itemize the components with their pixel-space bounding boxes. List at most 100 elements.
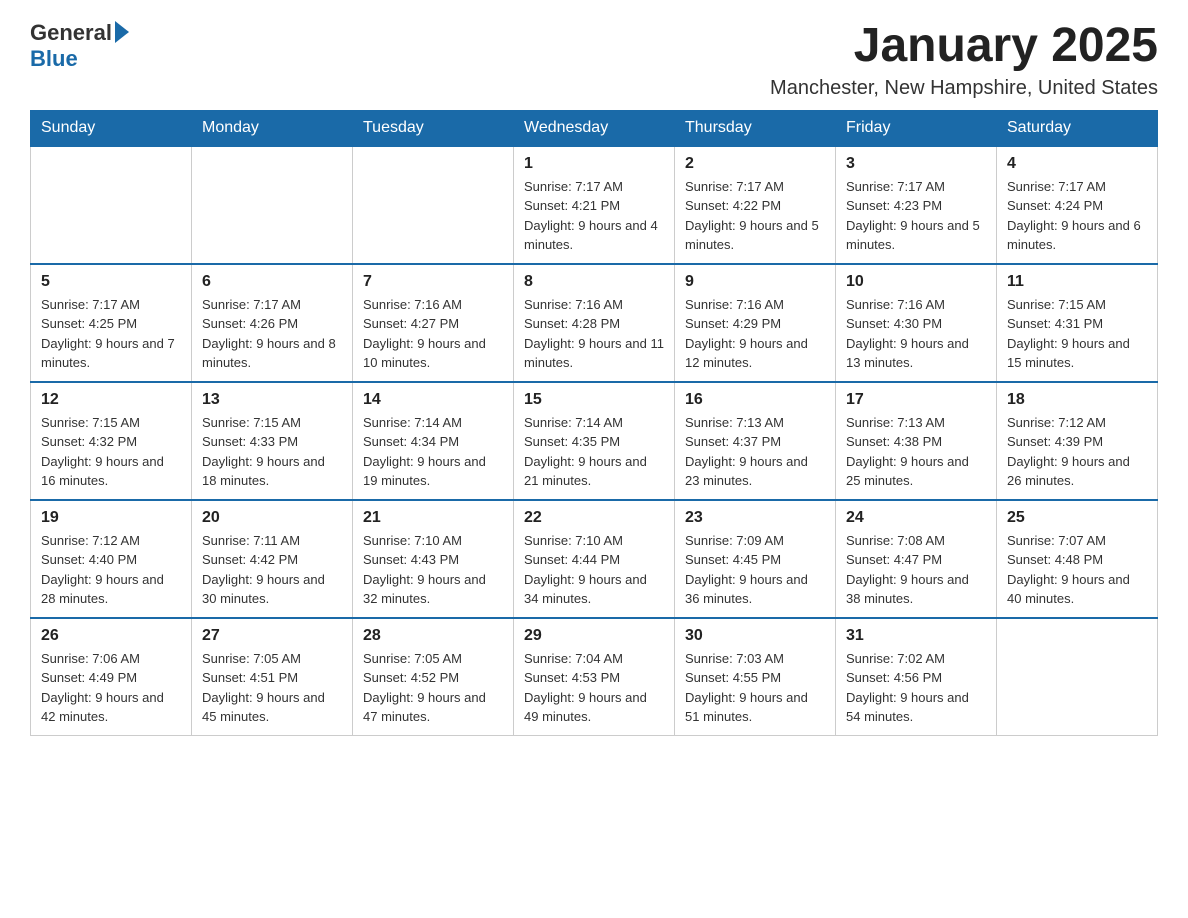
day-info: Sunrise: 7:17 AMSunset: 4:25 PMDaylight:… [41,295,181,373]
calendar-cell [997,618,1158,736]
calendar-cell: 18 Sunrise: 7:12 AMSunset: 4:39 PMDayligh… [997,382,1158,500]
calendar-week-row: 5Sunrise: 7:17 AMSunset: 4:25 PMDaylight… [31,264,1158,382]
day-info: Sunrise: 7:15 AMSunset: 4:33 PMDaylight:… [202,413,342,491]
month-title: January 2025 [770,20,1158,73]
calendar-cell: 5Sunrise: 7:17 AMSunset: 4:25 PMDaylight… [31,264,192,382]
day-number: 3 [846,155,986,173]
day-number: 23 [685,509,825,527]
day-number: 20 [202,509,342,527]
day-of-week-header: Tuesday [353,110,514,146]
day-info: Sunrise: 7:10 AMSunset: 4:43 PMDaylight:… [363,531,503,609]
day-info: Sunrise: 7:15 AMSunset: 4:32 PMDaylight:… [41,413,181,491]
calendar-header-row: SundayMondayTuesdayWednesdayThursdayFrid… [31,110,1158,146]
location-title: Manchester, New Hampshire, United States [770,77,1158,100]
day-info: Sunrise: 7:14 AMSunset: 4:34 PMDaylight:… [363,413,503,491]
day-number: 12 [41,391,181,409]
day-info: Sunrise: 7:03 AMSunset: 4:55 PMDaylight:… [685,649,825,727]
day-number: 1 [524,155,664,173]
day-number: 18 [1007,391,1147,409]
calendar-cell: 28 Sunrise: 7:05 AMSunset: 4:52 PMDayligh… [353,618,514,736]
day-of-week-header: Wednesday [514,110,675,146]
day-info: Sunrise: 7:13 AMSunset: 4:38 PMDaylight:… [846,413,986,491]
day-number: 25 [1007,509,1147,527]
day-info: Sunrise: 7:15 AMSunset: 4:31 PMDaylight:… [1007,295,1147,373]
day-number: 29 [524,627,664,645]
day-number: 22 [524,509,664,527]
day-number: 6 [202,273,342,291]
calendar-cell: 13 Sunrise: 7:15 AMSunset: 4:33 PMDayligh… [192,382,353,500]
calendar-cell: 7 Sunrise: 7:16 AMSunset: 4:27 PMDaylight… [353,264,514,382]
calendar-cell: 16 Sunrise: 7:13 AMSunset: 4:37 PMDayligh… [675,382,836,500]
day-number: 27 [202,627,342,645]
calendar-cell: 14 Sunrise: 7:14 AMSunset: 4:34 PMDayligh… [353,382,514,500]
calendar-cell [353,146,514,264]
calendar-cell: 25 Sunrise: 7:07 AMSunset: 4:48 PMDayligh… [997,500,1158,618]
calendar-cell: 20 Sunrise: 7:11 AMSunset: 4:42 PMDayligh… [192,500,353,618]
day-of-week-header: Friday [836,110,997,146]
day-number: 15 [524,391,664,409]
day-info: Sunrise: 7:07 AMSunset: 4:48 PMDaylight:… [1007,531,1147,609]
day-number: 7 [363,273,503,291]
day-info: Sunrise: 7:13 AMSunset: 4:37 PMDaylight:… [685,413,825,491]
day-number: 21 [363,509,503,527]
calendar-week-row: 19Sunrise: 7:12 AMSunset: 4:40 PMDayligh… [31,500,1158,618]
calendar-week-row: 26 Sunrise: 7:06 AMSunset: 4:49 PMDayligh… [31,618,1158,736]
day-info: Sunrise: 7:14 AMSunset: 4:35 PMDaylight:… [524,413,664,491]
day-number: 30 [685,627,825,645]
calendar-cell: 26 Sunrise: 7:06 AMSunset: 4:49 PMDayligh… [31,618,192,736]
calendar-cell: 24 Sunrise: 7:08 AMSunset: 4:47 PMDayligh… [836,500,997,618]
day-of-week-header: Sunday [31,110,192,146]
calendar-cell: 21 Sunrise: 7:10 AMSunset: 4:43 PMDayligh… [353,500,514,618]
day-number: 11 [1007,273,1147,291]
day-of-week-header: Thursday [675,110,836,146]
day-info: Sunrise: 7:17 AMSunset: 4:24 PMDaylight:… [1007,177,1147,255]
day-info: Sunrise: 7:16 AMSunset: 4:29 PMDaylight:… [685,295,825,373]
day-info: Sunrise: 7:02 AMSunset: 4:56 PMDaylight:… [846,649,986,727]
logo-arrow-icon [115,21,129,43]
day-info: Sunrise: 7:16 AMSunset: 4:27 PMDaylight:… [363,295,503,373]
day-info: Sunrise: 7:16 AMSunset: 4:28 PMDaylight:… [524,295,664,373]
day-info: Sunrise: 7:08 AMSunset: 4:47 PMDaylight:… [846,531,986,609]
calendar-week-row: 1 Sunrise: 7:17 AMSunset: 4:21 PMDaylight… [31,146,1158,264]
day-info: Sunrise: 7:16 AMSunset: 4:30 PMDaylight:… [846,295,986,373]
day-of-week-header: Saturday [997,110,1158,146]
logo-general-text: General [30,20,112,46]
day-number: 14 [363,391,503,409]
calendar-table: SundayMondayTuesdayWednesdayThursdayFrid… [30,110,1158,736]
day-info: Sunrise: 7:05 AMSunset: 4:51 PMDaylight:… [202,649,342,727]
day-info: Sunrise: 7:17 AMSunset: 4:22 PMDaylight:… [685,177,825,255]
calendar-cell: 17 Sunrise: 7:13 AMSunset: 4:38 PMDayligh… [836,382,997,500]
day-number: 28 [363,627,503,645]
calendar-cell: 1 Sunrise: 7:17 AMSunset: 4:21 PMDaylight… [514,146,675,264]
calendar-cell: 10 Sunrise: 7:16 AMSunset: 4:30 PMDayligh… [836,264,997,382]
day-number: 26 [41,627,181,645]
day-info: Sunrise: 7:05 AMSunset: 4:52 PMDaylight:… [363,649,503,727]
day-number: 24 [846,509,986,527]
page-header: General Blue January 2025 Manchester, Ne… [30,20,1158,100]
calendar-cell: 6Sunrise: 7:17 AMSunset: 4:26 PMDaylight… [192,264,353,382]
day-info: Sunrise: 7:04 AMSunset: 4:53 PMDaylight:… [524,649,664,727]
day-number: 2 [685,155,825,173]
calendar-cell: 3 Sunrise: 7:17 AMSunset: 4:23 PMDaylight… [836,146,997,264]
day-info: Sunrise: 7:09 AMSunset: 4:45 PMDaylight:… [685,531,825,609]
calendar-cell: 31 Sunrise: 7:02 AMSunset: 4:56 PMDayligh… [836,618,997,736]
day-info: Sunrise: 7:11 AMSunset: 4:42 PMDaylight:… [202,531,342,609]
day-info: Sunrise: 7:17 AMSunset: 4:23 PMDaylight:… [846,177,986,255]
calendar-cell: 19Sunrise: 7:12 AMSunset: 4:40 PMDayligh… [31,500,192,618]
calendar-cell: 27 Sunrise: 7:05 AMSunset: 4:51 PMDayligh… [192,618,353,736]
calendar-week-row: 12 Sunrise: 7:15 AMSunset: 4:32 PMDayligh… [31,382,1158,500]
day-number: 13 [202,391,342,409]
day-info: Sunrise: 7:17 AMSunset: 4:21 PMDaylight:… [524,177,664,255]
day-number: 19 [41,509,181,527]
logo: General Blue [30,20,129,72]
day-number: 10 [846,273,986,291]
day-info: Sunrise: 7:12 AMSunset: 4:39 PMDaylight:… [1007,413,1147,491]
day-number: 4 [1007,155,1147,173]
day-number: 17 [846,391,986,409]
day-number: 16 [685,391,825,409]
calendar-cell: 4 Sunrise: 7:17 AMSunset: 4:24 PMDaylight… [997,146,1158,264]
calendar-cell: 15 Sunrise: 7:14 AMSunset: 4:35 PMDayligh… [514,382,675,500]
calendar-cell: 8Sunrise: 7:16 AMSunset: 4:28 PMDaylight… [514,264,675,382]
day-info: Sunrise: 7:06 AMSunset: 4:49 PMDaylight:… [41,649,181,727]
day-number: 31 [846,627,986,645]
